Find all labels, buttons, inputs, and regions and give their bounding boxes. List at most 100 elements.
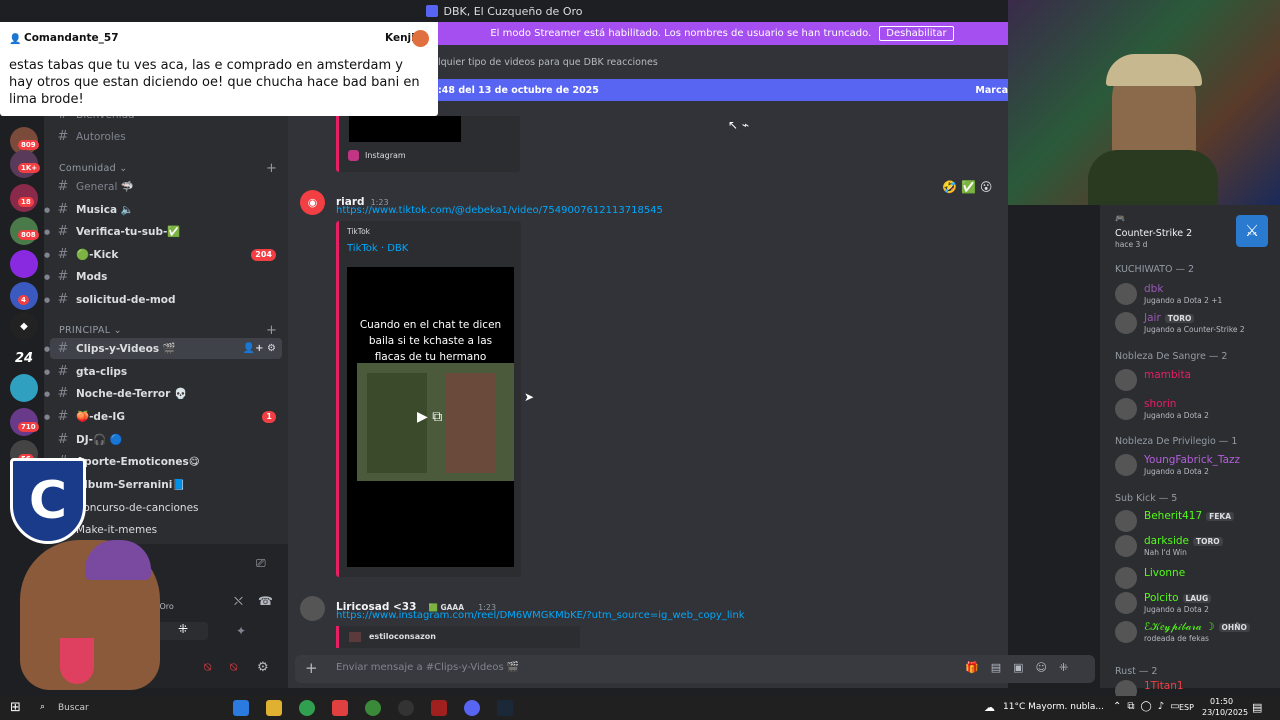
server-icon[interactable]: ◆ [10,312,38,340]
member-name: mambita [1144,369,1191,381]
clock-date[interactable]: 23/10/2025 [1202,708,1248,717]
clock-time[interactable]: 01:50 [1210,697,1233,706]
member-item[interactable]: YoungFabrick_Tazz Jugando a Dota 2 [1115,454,1275,480]
member-item[interactable]: Livonne [1115,567,1275,593]
channel-label: 🍑-de-IG [76,411,125,423]
user-settings-icon[interactable]: ⚙ [257,660,269,675]
member-item[interactable]: shorin Jugando a Dota 2 [1115,398,1275,424]
member-group-header: Nobleza De Privilegio — 1 [1115,436,1238,447]
popup-message: estas tabas que tu ves aca, las e compra… [9,58,420,107]
popup-username-2: Kenji [385,32,415,44]
hash-icon: # [57,364,69,379]
input-tools-icons[interactable]: 🎁▤▣☺⁜ [965,661,1080,674]
obs-icon[interactable] [398,700,414,716]
channel-de-ig[interactable]: ● # 🍑-de-IG 1 [44,406,282,427]
play-icon[interactable]: ▶ ⧉ [417,409,442,425]
message-link[interactable]: https://www.instagram.com/reel/DM6WMGKMb… [336,610,745,621]
channel-clips-y-videos[interactable]: ● # Clips-y-Videos 🎬 👤+ ⚙ [44,338,282,359]
mic-muted-icon[interactable]: ⍉ [204,660,211,675]
message-input[interactable]: Enviar mensaje a #Clips-y-Videos 🎬 [336,662,519,673]
streamer-shirt [1088,150,1218,205]
tray-icons[interactable]: ⌃⧉◯♪▭ [1113,701,1186,712]
instagram-embed: estiloconsazon [336,626,580,648]
channel-autoroles[interactable]: # Autoroles [50,126,282,147]
search-icon[interactable]: ⌕ [40,702,45,712]
reactions-bar: 🤣 ✅ 😮 [942,180,992,194]
channel-label: Musica [76,203,118,216]
channel-label: Mods [76,270,108,283]
new-messages-banner[interactable]: :48 del 13 de octubre de 2025 Marca [436,79,1008,101]
embed-author: estiloconsazon [369,632,436,641]
member-item[interactable]: darkside TORO Nah I'd Win [1115,535,1275,561]
embed-title[interactable]: TikTok · DBK [347,243,408,254]
mascot-beanie [85,540,151,580]
notification-icon[interactable]: ▤ [1252,701,1262,714]
member-name: darkside TORO [1144,535,1223,547]
member-name: shorin [1144,398,1176,410]
channel-general[interactable]: # General 🦈 [50,176,282,197]
channel-kick[interactable]: ● # 🟢-Kick 204 [44,244,282,265]
member-status: rodeada de fekas [1144,634,1209,643]
screen-share-icon[interactable]: ⎚ [256,556,266,571]
copilot-icon[interactable] [233,700,249,716]
deafen-off-icon[interactable]: ⛌ [234,594,243,609]
member-item[interactable]: Beherit417 FEKA [1115,510,1275,536]
video-thumbnail[interactable]: Cuando en el chat te dicen baila si te k… [347,267,514,567]
avatar[interactable]: ◉ [300,190,325,215]
reaction-check-icon[interactable]: ✅ [961,180,976,194]
channel-mods[interactable]: ● # Mods [44,266,282,287]
soundboard-icon[interactable]: ✦ [236,624,246,638]
avatar[interactable] [300,596,325,621]
reaction-wow-icon[interactable]: 😮 [980,180,993,194]
channel-dj[interactable]: # DJ-🎧 🔵 [50,429,282,450]
channel-gta-clips[interactable]: ● # gta-clips [44,361,282,382]
mark-read-label[interactable]: Marca [975,85,1008,96]
mention-badge: 1 [262,410,276,423]
add-channel-icon[interactable]: + [266,323,277,338]
disconnect-icon[interactable]: ☎ [258,594,273,608]
category-principal[interactable]: PRINCIPAL ⌄ + [59,323,277,338]
channel-noche-de-terror[interactable]: ● # Noche-de-Terror 💀 [44,383,282,404]
steam-icon[interactable] [497,700,513,716]
video-frame: ▶ ⧉ [357,363,514,481]
member-group-header: Sub Kick — 5 [1115,493,1178,504]
member-item[interactable]: ℰ𝒦𝑒𝓎𝓅𝒾𝒷𝒶𝓇𝒶 ☽ OHÑO rodeada de fekas [1115,621,1275,647]
app-icon[interactable] [431,700,447,716]
server-icon[interactable] [10,250,38,278]
settings-gear-icon[interactable]: 👤+ ⚙ [243,343,276,354]
embed-author-avatar [349,632,361,642]
app-icon[interactable] [332,700,348,716]
member-item[interactable]: Polcito LAUG Jugando a Dota 2 [1115,592,1275,618]
member-item[interactable]: dbk Jugando a Dota 2 +1 [1115,283,1275,309]
member-item[interactable]: mambita [1115,369,1275,395]
channel-solicitud[interactable]: ● # solicitud-de-mod [44,289,282,310]
server-badge: 4 [18,295,29,305]
reaction-rofl-icon[interactable]: 🤣 [942,180,957,194]
headset-muted-icon[interactable]: ⍉ [230,660,237,675]
channel-verifica[interactable]: ● # Verifica-tu-sub- ✅ [44,221,282,242]
file-explorer-icon[interactable] [266,700,282,716]
app-icon[interactable] [365,700,381,716]
message-link[interactable]: https://www.tiktok.com/@debeka1/video/75… [336,205,663,216]
attach-plus-icon[interactable]: + [305,659,318,677]
disable-streamer-button[interactable]: Deshabilitar [879,26,954,41]
club-crest-logo: C [10,458,86,544]
server-badge: 18 [18,197,34,207]
category-comunidad[interactable]: Comunidad ⌄ + [59,161,277,176]
taskbar-search[interactable]: Buscar [58,703,89,713]
hash-icon: # [57,129,69,144]
server-icon[interactable]: 24 [10,344,38,372]
weather-text[interactable]: 11°C Mayorm. nubla... [1003,702,1104,712]
chat-area: Instagram ↖ ⌁ ◉ riard 1:23 https://www.ti… [288,22,1008,688]
channel-musica[interactable]: ● # Musica 🔈 [44,199,282,220]
member-item[interactable]: Jair TORO Jugando a Counter-Strike 2 [1115,312,1275,338]
server-icon[interactable] [10,374,38,402]
add-channel-icon[interactable]: + [266,161,277,176]
discord-icon[interactable] [464,700,480,716]
language-indicator[interactable]: ESP [1179,703,1194,712]
member-tag: TORO [1193,537,1223,546]
hash-icon: # [57,247,69,262]
member-name: Jair TORO [1144,312,1195,324]
windows-start-icon[interactable]: ⊞ [10,700,21,715]
chrome-icon[interactable] [299,700,315,716]
